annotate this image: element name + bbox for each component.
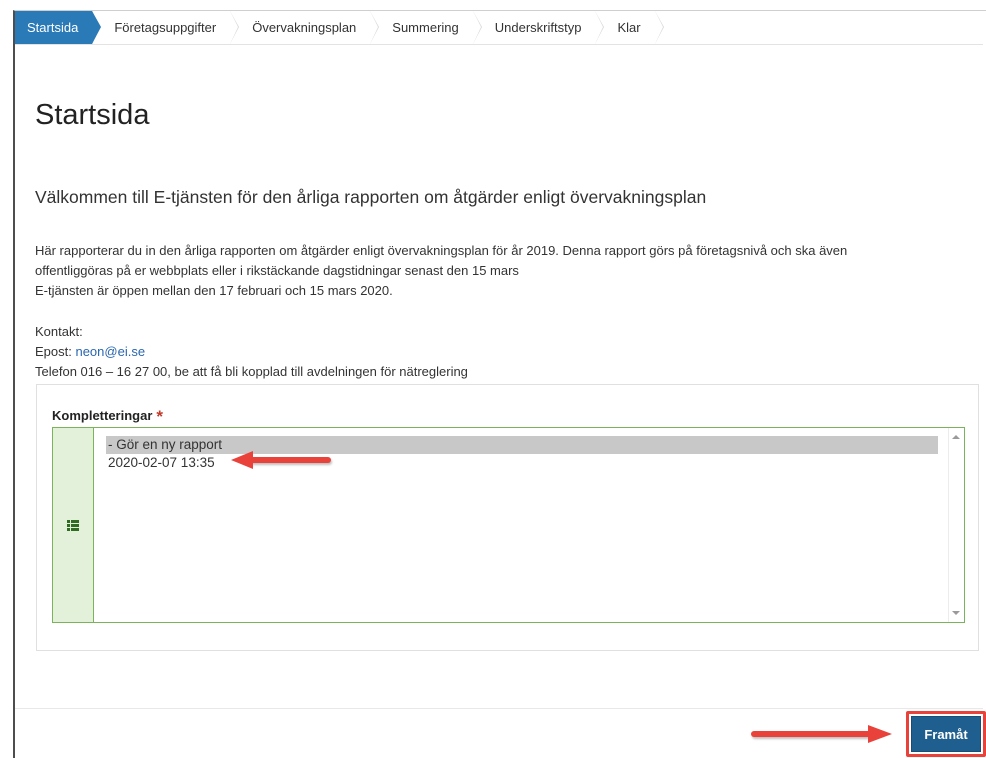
step-summering[interactable]: Summering: [370, 11, 483, 44]
intro-line-3: E-tjänsten är öppen mellan den 17 februa…: [35, 283, 393, 298]
completions-panel: Kompletteringar * - Gör en ny rapport 202…: [36, 384, 979, 651]
email-prefix: Epost:: [35, 344, 76, 359]
app-frame: Startsida Företagsuppgifter Övervaknings…: [13, 10, 986, 758]
completions-label-row: Kompletteringar *: [52, 405, 164, 426]
completions-label: Kompletteringar: [52, 408, 153, 423]
completions-options[interactable]: - Gör en ny rapport 2020-02-07 13:35: [94, 428, 964, 622]
intro-line-1: Här rapporterar du in den årliga rapport…: [35, 243, 848, 258]
scroll-up-icon[interactable]: [952, 435, 960, 439]
footer-divider: [15, 708, 983, 709]
step-startsida[interactable]: Startsida: [15, 11, 102, 44]
page-title: Startsida: [35, 99, 150, 131]
intro-text: Här rapporterar du in den årliga rapport…: [35, 241, 965, 301]
required-asterisk-icon: *: [156, 407, 164, 426]
welcome-heading: Välkommen till E-tjänsten för den årliga…: [35, 187, 707, 207]
intro-line-2: offentliggöras på er webbplats eller i r…: [35, 263, 519, 278]
wizard-steps: Startsida Företagsuppgifter Övervaknings…: [15, 11, 983, 45]
step-underskriftstyp[interactable]: Underskriftstyp: [472, 11, 605, 44]
step-overvakningsplan[interactable]: Övervakningsplan: [230, 11, 380, 44]
step-foretagsuppgifter[interactable]: Företagsuppgifter: [92, 11, 240, 44]
contact-info: Kontakt: Epost: neon@ei.se Telefon 016 –…: [35, 322, 468, 382]
contact-email-row: Epost: neon@ei.se: [35, 342, 468, 362]
completions-listbox: - Gör en ny rapport 2020-02-07 13:35: [52, 427, 965, 623]
contact-phone: Telefon 016 – 16 27 00, be att få bli ko…: [35, 364, 468, 379]
list-icon: [53, 428, 94, 622]
listbox-scrollbar[interactable]: [948, 428, 964, 622]
email-link[interactable]: neon@ei.se: [75, 344, 145, 359]
next-button[interactable]: Framåt: [911, 716, 981, 752]
contact-heading: Kontakt:: [35, 324, 83, 339]
scroll-down-icon[interactable]: [952, 611, 960, 615]
